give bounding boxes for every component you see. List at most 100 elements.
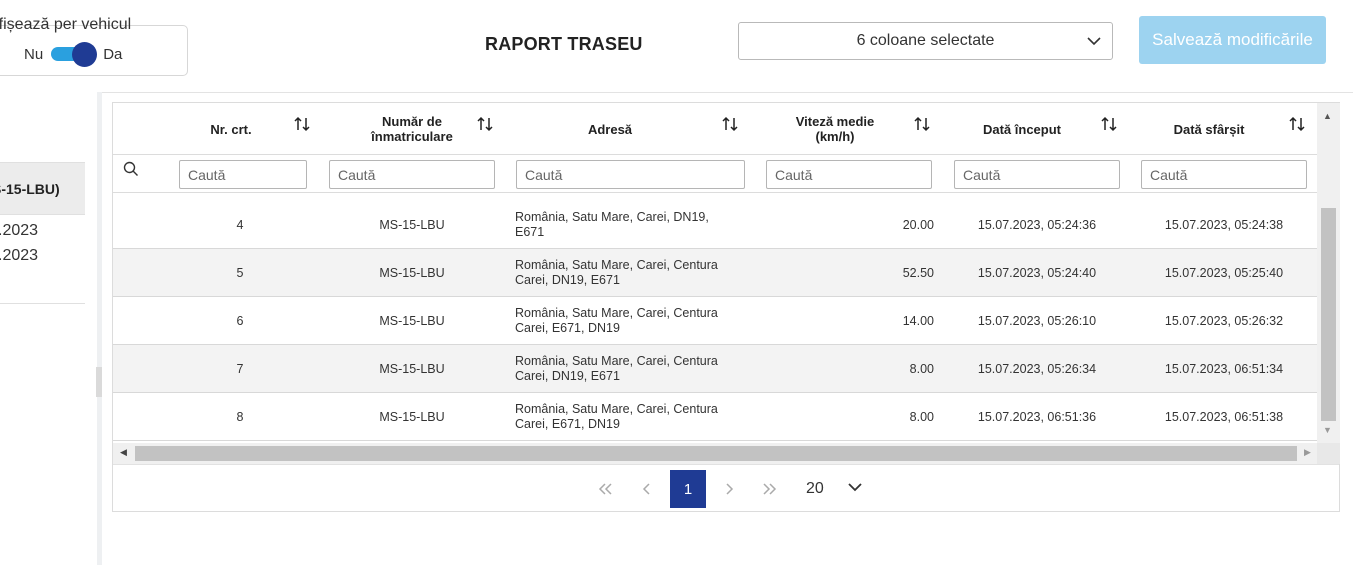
scroll-up-arrow-icon[interactable]: ▲ [1323,111,1332,121]
cell-address: România, Satu Mare, Carei, Centura Carei… [515,306,718,335]
sort-icon[interactable] [721,115,739,133]
columns-select-value: 6 coloane selectate [856,32,995,49]
cell-plate: MS-15-LBU [379,362,445,376]
toggle-off-label: Nu [24,45,44,63]
per-vehicle-toggle-title: Afișează per vehicul [0,16,132,33]
chevron-right-icon [726,483,734,495]
sidebar-date-end: .2023 [0,247,39,264]
cell-end: 15.07.2023, 05:24:38 [1164,218,1284,232]
page-size-value[interactable]: 20 [806,480,824,498]
cell-end: 15.07.2023, 05:26:32 [1164,314,1284,328]
sidebar-splitter[interactable] [97,92,102,565]
cell-address: România, Satu Mare, Carei, Centura Carei… [515,402,718,431]
double-chevron-right-icon [763,483,777,495]
grid-filter-row [113,155,1317,193]
sort-icon[interactable] [476,115,494,133]
table-row[interactable]: 8 MS-15-LBU România, Satu Mare, Carei, C… [113,393,1317,441]
page-number-button[interactable]: 1 [670,470,706,508]
cell-speed: 20.00 [902,218,934,232]
filter-nr-input[interactable] [179,160,307,189]
cell-start: 15.07.2023, 06:51:36 [977,410,1097,424]
filter-plate-input[interactable] [329,160,495,189]
toggle-on-label: Da [103,45,123,63]
cell-nr: 6 [236,314,244,328]
cell-plate: MS-15-LBU [379,218,445,232]
cell-end: 15.07.2023, 06:51:34 [1164,362,1284,376]
header-speed[interactable]: Viteză medie (km/h) [769,103,901,155]
sidebar-resize-handle[interactable] [96,367,102,397]
filter-end-input[interactable] [1141,160,1307,189]
page-title: RAPORT TRASEU [485,34,643,54]
cell-speed: 14.00 [902,314,934,328]
cell-plate: MS-15-LBU [379,314,445,328]
cell-address: România, Satu Mare, Carei, DN19, E671 [515,210,709,239]
header-nr[interactable]: Nr. crt. [179,103,283,155]
cell-end: 15.07.2023, 06:51:38 [1164,410,1284,424]
cell-start: 15.07.2023, 05:24:36 [977,218,1097,232]
route-report-page: Afișează per vehicul Nu Da RAPORT TRASEU… [0,0,1353,565]
cell-address: România, Satu Mare, Carei, Centura Carei… [515,354,718,383]
table-row[interactable]: 6 MS-15-LBU România, Satu Mare, Carei, C… [113,297,1317,345]
header-end-date[interactable]: Dată sfârșit [1149,103,1269,155]
header-label: Dată început [982,121,1061,137]
header-label: Adresă [587,121,633,137]
cell-speed: 52.50 [902,266,934,280]
header-address[interactable]: Adresă [533,103,687,155]
horizontal-scrollbar[interactable]: ◀ ▶ [113,443,1317,464]
sort-icon[interactable] [1100,115,1118,133]
per-vehicle-switch[interactable] [51,42,98,67]
table-row[interactable]: 5 MS-15-LBU România, Satu Mare, Carei, C… [113,249,1317,297]
columns-select[interactable]: 6 coloane selectate [738,22,1113,60]
sort-icon[interactable] [1288,115,1306,133]
cell-start: 15.07.2023, 05:26:10 [977,314,1097,328]
scrollbar-corner [1317,443,1340,464]
vertical-scrollbar[interactable]: ▲ ▼ [1317,103,1340,443]
table-row[interactable]: 7 MS-15-LBU România, Satu Mare, Carei, C… [113,345,1317,393]
horizontal-scroll-thumb[interactable] [135,446,1297,461]
cell-speed: 8.00 [909,410,934,424]
sidebar-divider [0,303,85,304]
cell-address: România, Satu Mare, Carei, Centura Carei… [515,258,718,287]
panel-top-divider [98,92,1353,93]
chevron-down-icon[interactable] [846,478,864,496]
report-grid: Nr. crt. Număr de înmatriculare Adresă V… [113,103,1317,443]
sidebar-divider [0,214,85,215]
sidebar-vehicle-item[interactable]: S-15-LBU) [0,163,85,214]
cell-start: 15.07.2023, 05:24:40 [977,266,1097,280]
scroll-down-arrow-icon[interactable]: ▼ [1323,425,1332,435]
header-label: Număr de înmatriculare [371,114,453,144]
sort-icon[interactable] [293,115,311,133]
vertical-scroll-thumb[interactable] [1321,208,1336,421]
header-label: Nr. crt. [210,121,252,137]
header-label: Dată sfârșit [1173,121,1245,137]
cell-nr: 8 [236,410,244,424]
sidebar-date-start: .2023 [0,222,39,239]
save-changes-button[interactable]: Salvează modificările [1139,16,1326,64]
sidebar-vehicle-label: S-15-LBU) [0,180,60,197]
header-label: Viteză medie (km/h) [795,114,875,144]
cell-plate: MS-15-LBU [379,410,445,424]
per-vehicle-toggle-row: Nu Da [24,42,123,67]
chevron-down-icon [1087,37,1101,46]
next-page-button[interactable] [711,470,747,508]
grid-header-row: Nr. crt. Număr de înmatriculare Adresă V… [113,103,1317,155]
filter-speed-input[interactable] [766,160,932,189]
first-page-button[interactable] [587,470,623,508]
cell-start: 15.07.2023, 05:26:34 [977,362,1097,376]
switch-knob [72,42,98,67]
scroll-right-arrow-icon[interactable]: ▶ [1304,447,1311,458]
scroll-left-arrow-icon[interactable]: ◀ [120,447,127,458]
header-start-date[interactable]: Dată început [961,103,1083,155]
filter-address-input[interactable] [516,160,745,189]
prev-page-button[interactable] [629,470,665,508]
header-plate[interactable]: Număr de înmatriculare [335,103,489,155]
cell-nr: 7 [236,362,244,376]
filter-start-input[interactable] [954,160,1120,189]
report-grid-panel: Nr. crt. Număr de înmatriculare Adresă V… [112,102,1340,512]
double-chevron-left-icon [598,483,612,495]
last-page-button[interactable] [752,470,788,508]
sort-icon[interactable] [913,115,931,133]
chevron-left-icon [642,483,650,495]
table-row[interactable]: 4 MS-15-LBU România, Satu Mare, Carei, D… [113,201,1317,249]
cell-nr: 4 [236,218,244,232]
